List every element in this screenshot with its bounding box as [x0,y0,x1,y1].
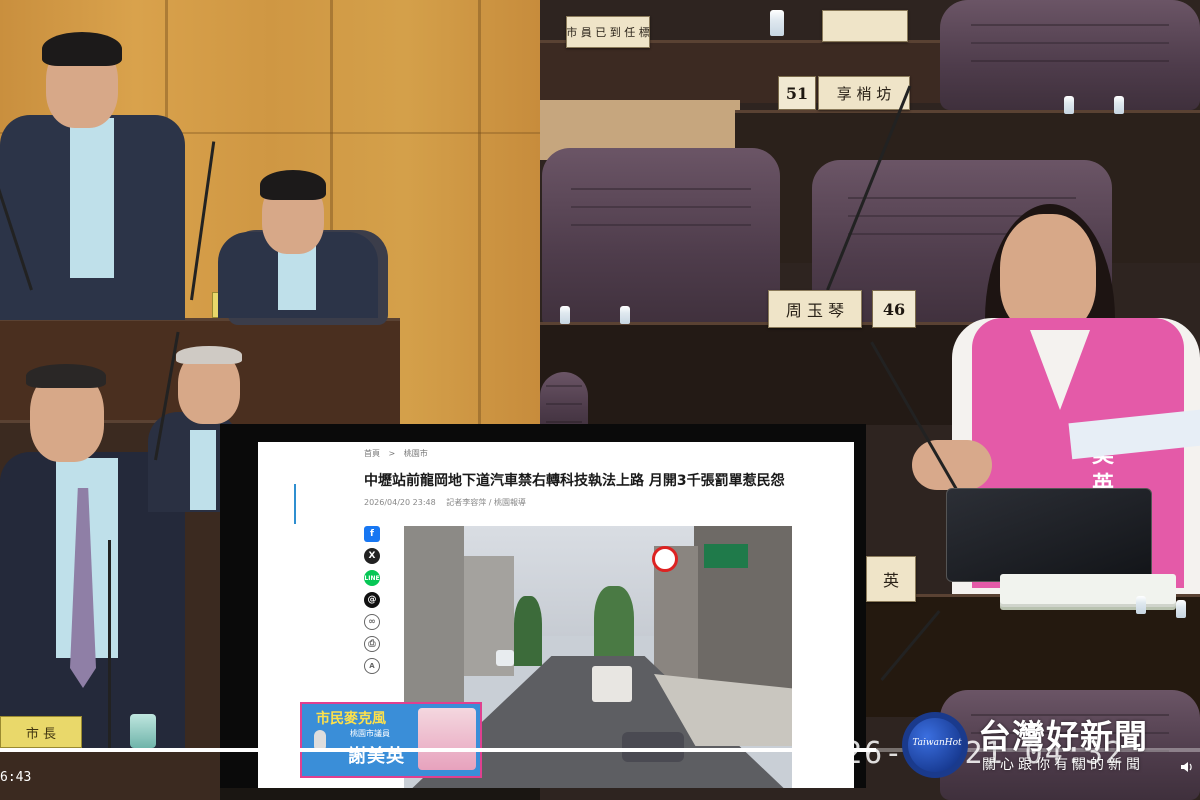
article-author: 記者李容萍 / 桃園報導 [446,498,527,507]
breadcrumb: 首頁 > 桃園市 [364,448,434,459]
desk-row-3 [540,322,980,425]
logo-text: TaiwanHot [912,738,962,748]
x-icon[interactable]: X [364,548,380,564]
share-bar: f X LINE @ ∞ ⎙ A [364,526,382,680]
water-bottle-green [130,714,156,748]
ad-banner[interactable]: 市民麥克風 桃園市議員 謝美英 [300,702,482,778]
microphone [108,540,111,750]
nameplate-top-right [822,10,908,42]
nameplate-46: 周 玉 琴 [768,290,862,328]
ad-subtitle: 桃園市議員 [350,729,390,738]
water-bottle [1136,596,1146,614]
water-bottle [560,306,570,324]
chair-partial [540,372,588,432]
facebook-icon[interactable]: f [364,526,380,542]
breadcrumb-city[interactable]: 桃園市 [404,449,428,458]
brand-name: 台灣好新聞 [978,717,1148,756]
article-meta: 2026/04/20 23:48 記者李容萍 / 桃園報導 [364,497,534,508]
breadcrumb-home[interactable]: 首頁 [364,449,380,458]
nameplate-top: 市 員 已 到 任 標 [566,16,650,48]
brand-slogan: 關心跟你有關的新聞 [982,757,1144,773]
article-overlay-screen: 首頁 > 桃園市 中壢站前龍岡地下道汽車禁右轉科技執法上路 月開3千張罰單惹民怨… [220,424,866,788]
water-bottle [620,306,630,324]
water-bottle [1176,600,1186,618]
news-article-page: 首頁 > 桃園市 中壢站前龍岡地下道汽車禁右轉科技執法上路 月開3千張罰單惹民怨… [258,442,854,788]
video-frame: 市 長 市 員 已 到 任 標 51 享 梢 坊 周 玉 琴 46 美 英 英 [0,0,1200,800]
water-bottle [770,10,784,36]
ad-portrait [418,708,476,770]
chair-top-right [940,0,1200,110]
nameplate-51: 享 梢 坊 [818,76,910,110]
print-icon[interactable]: ⎙ [364,636,380,652]
water-bottle [1114,96,1124,114]
article-title: 中壢站前龍岡地下道汽車禁右轉科技執法上路 月開3千張罰單惹民怨 [364,473,785,489]
font-size-icon[interactable]: A [364,658,380,674]
volume-icon[interactable] [1180,760,1194,774]
paper-stack [1000,574,1176,604]
seat-number-46: 46 [872,290,916,328]
water-bottle [1064,96,1074,114]
laptop [946,488,1152,582]
nameplate-councilor: 英 [866,556,916,602]
threads-icon[interactable]: @ [364,592,380,608]
breadcrumb-separator: > [388,449,396,458]
line-icon[interactable]: LINE [364,570,380,586]
video-time: 6:43 [0,770,32,785]
ad-name: 謝美英 [348,746,405,767]
link-icon[interactable]: ∞ [364,614,380,630]
article-date: 2026/04/20 23:48 [364,498,436,507]
seat-number-51: 51 [778,76,816,110]
taiwanhot-logo: TaiwanHot [902,712,968,778]
ad-title: 市民麥克風 [316,711,386,727]
chair-empty-1 [542,148,780,328]
nameplate-mayor: 市 長 [0,716,82,748]
accent-bar [294,484,296,524]
video-progress-fill [0,748,876,752]
